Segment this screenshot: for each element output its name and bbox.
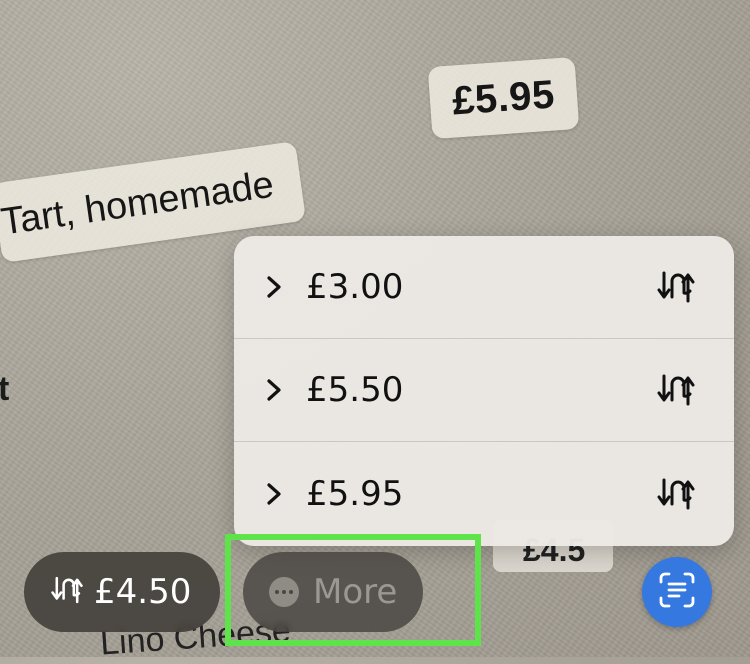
live-text-button[interactable] xyxy=(642,557,712,627)
chevron-right-icon xyxy=(266,274,288,300)
currency-convert-icon xyxy=(50,573,84,611)
menu-item-label: £5.95 xyxy=(306,473,404,514)
chevron-right-icon xyxy=(266,481,288,507)
menu-item-label: £5.50 xyxy=(306,370,404,410)
price-conversion-menu: £3.00 £5.50 £5.95 xyxy=(234,236,734,546)
currency-convert-icon xyxy=(656,267,696,307)
currency-conversion-button[interactable]: £4.50 xyxy=(24,552,220,632)
currency-button-label: £4.50 xyxy=(94,572,192,612)
printed-text-fragment: t xyxy=(0,370,10,408)
more-button[interactable]: More xyxy=(243,552,423,632)
menu-item-price-1[interactable]: £3.00 xyxy=(234,236,734,339)
ellipsis-circle-icon xyxy=(269,577,299,607)
menu-item-price-2[interactable]: £5.50 xyxy=(234,339,734,442)
menu-item-price-3[interactable]: £5.95 xyxy=(234,442,734,545)
menu-item-label: £3.00 xyxy=(306,267,404,307)
currency-convert-icon xyxy=(656,370,696,410)
currency-convert-icon xyxy=(656,474,696,514)
chevron-right-icon xyxy=(266,377,288,403)
detected-text-price[interactable]: £5.95 xyxy=(427,56,580,140)
live-text-icon xyxy=(657,570,697,614)
more-button-label: More xyxy=(313,572,398,612)
